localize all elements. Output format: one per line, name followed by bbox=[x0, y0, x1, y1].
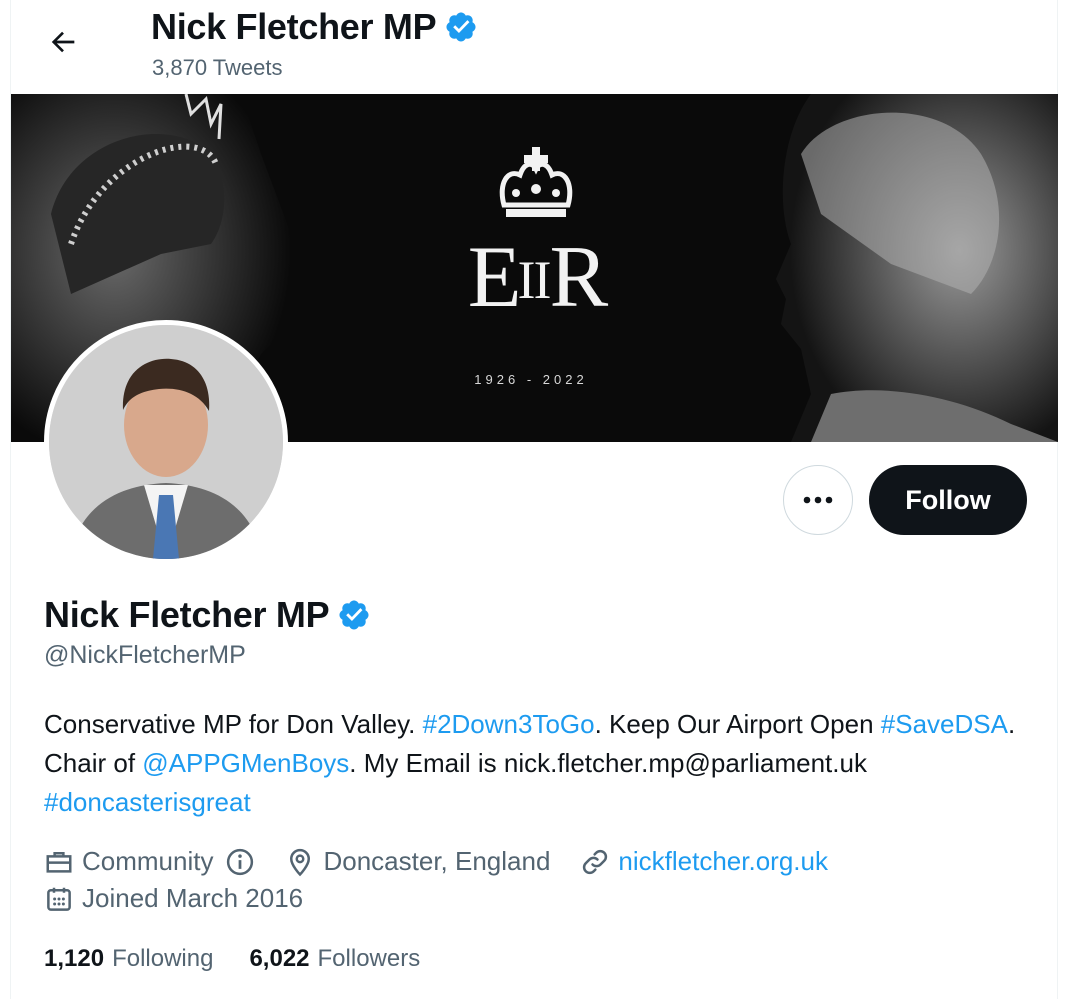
arrow-left-icon bbox=[51, 31, 75, 53]
briefcase-icon bbox=[46, 851, 72, 873]
follow-button[interactable]: Follow bbox=[869, 465, 1027, 535]
location-pin-icon bbox=[290, 848, 311, 876]
follow-stats: 1,120 Following 6,022 Followers bbox=[44, 945, 456, 973]
website-item: nickfletcher.org.uk bbox=[580, 846, 828, 877]
profile-display-name: Nick Fletcher MP bbox=[44, 594, 330, 635]
profile-name-row: Nick Fletcher MP bbox=[44, 594, 371, 636]
following-count: 1,120 bbox=[44, 945, 105, 972]
bio-text: . My Email is nick.fletcher.mp@parliamen… bbox=[349, 748, 867, 778]
mention-link[interactable]: @APPGMenBoys bbox=[142, 748, 349, 778]
followers-link[interactable]: 6,022 Followers bbox=[249, 945, 420, 973]
royal-cipher: EIIR bbox=[451, 139, 621, 324]
profile-handle: @NickFletcherMP bbox=[44, 641, 246, 669]
profile-column: Nick Fletcher MP 3,870 Tweets EIIR 1926 … bbox=[10, 0, 1058, 999]
followers-label: Followers bbox=[317, 945, 421, 972]
hashtag-link[interactable]: #doncasterisgreat bbox=[44, 787, 251, 817]
profile-header-bar: Nick Fletcher MP 3,870 Tweets bbox=[11, 0, 1059, 94]
bio-text: . Keep Our Airport Open bbox=[594, 709, 881, 739]
profile-avatar[interactable] bbox=[44, 320, 288, 564]
joined-item: Joined March 2016 bbox=[44, 883, 303, 914]
more-horizontal-icon bbox=[803, 496, 833, 504]
header-tweet-count: 3,870 Tweets bbox=[152, 55, 283, 80]
profile-meta-row: Joined March 2016 bbox=[44, 883, 333, 914]
location-item: Doncaster, England bbox=[285, 846, 550, 877]
info-icon[interactable] bbox=[225, 847, 255, 877]
header-name-row: Nick Fletcher MP bbox=[151, 6, 478, 48]
website-link[interactable]: nickfletcher.org.uk bbox=[618, 846, 828, 877]
bio-text: Conservative MP for Don Valley. bbox=[44, 709, 423, 739]
more-options-button[interactable] bbox=[783, 465, 853, 535]
joined-label: Joined March 2016 bbox=[82, 883, 304, 913]
verified-badge-icon[interactable] bbox=[337, 598, 371, 632]
back-button[interactable] bbox=[41, 20, 85, 64]
following-label: Following bbox=[112, 945, 214, 972]
profile-bio: Conservative MP for Don Valley. #2Down3T… bbox=[44, 705, 1034, 822]
category-label: Community bbox=[82, 846, 214, 876]
avatar-portrait bbox=[49, 325, 283, 559]
cipher-letters: EIIR bbox=[467, 229, 608, 326]
banner-dates: 1926 - 2022 bbox=[474, 372, 588, 387]
header-display-name: Nick Fletcher MP bbox=[151, 6, 437, 47]
location-label: Doncaster, England bbox=[323, 846, 551, 876]
calendar-icon bbox=[47, 887, 71, 911]
verified-badge-icon bbox=[446, 12, 476, 42]
hashtag-link[interactable]: #2Down3ToGo bbox=[423, 709, 595, 739]
category-item: Community bbox=[44, 846, 255, 877]
profile-meta-row: Community Doncaster, England nickfletche… bbox=[44, 846, 858, 877]
crown-icon bbox=[499, 147, 573, 217]
hashtag-link[interactable]: #SaveDSA bbox=[881, 709, 1008, 739]
following-link[interactable]: 1,120 Following bbox=[44, 945, 213, 973]
link-icon bbox=[583, 849, 608, 874]
followers-count: 6,022 bbox=[249, 945, 310, 972]
